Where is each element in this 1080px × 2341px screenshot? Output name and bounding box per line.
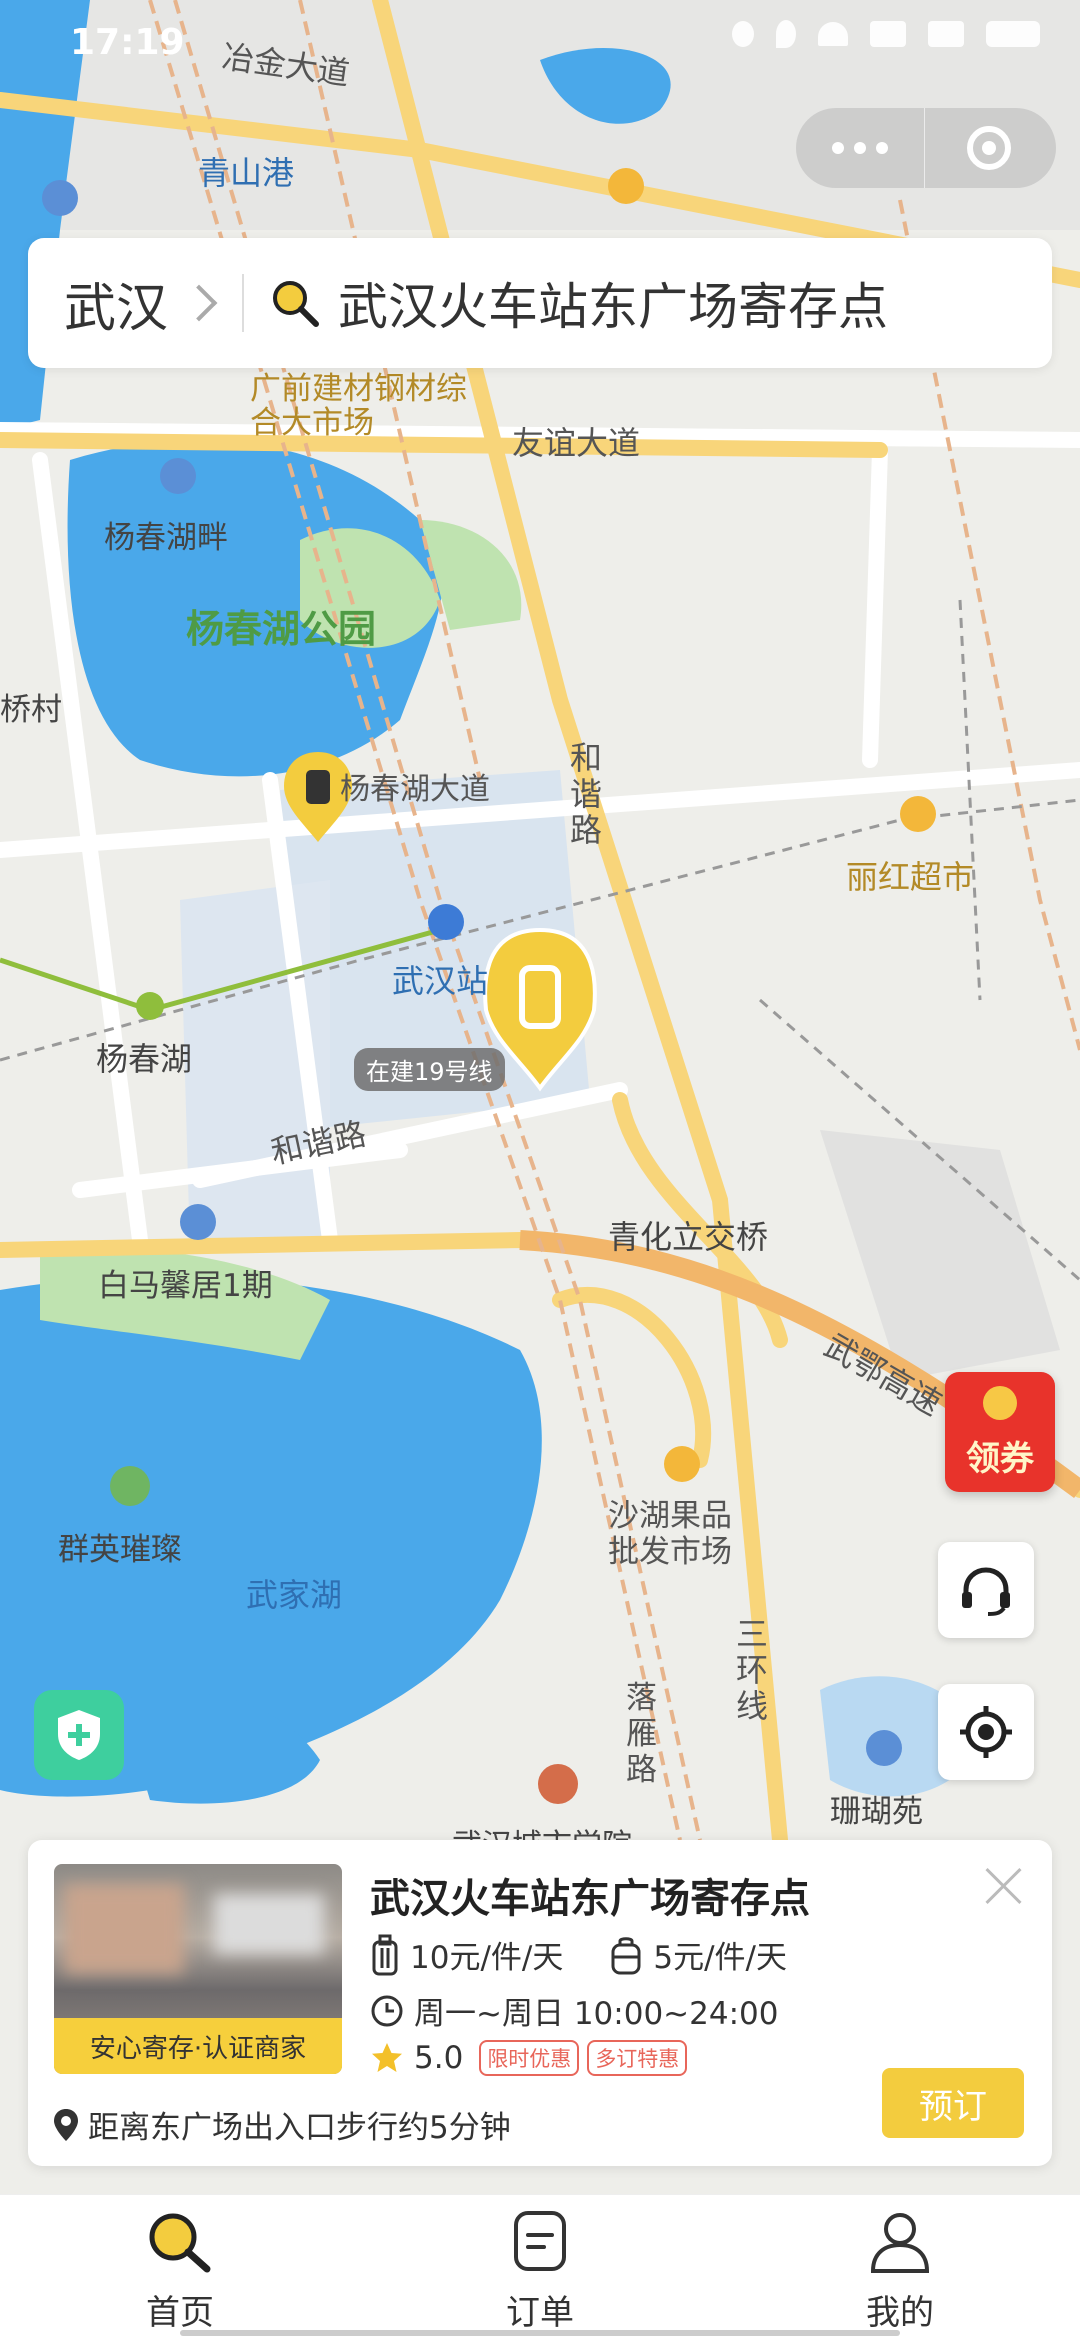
search-input[interactable]: 武汉火车站东广场寄存点 xyxy=(338,267,888,339)
coupon-button[interactable]: 领券 xyxy=(945,1372,1055,1492)
location-icon xyxy=(776,20,796,48)
hours-row: 周一~周日 10:00~24:00 xyxy=(370,1988,778,2033)
miniprogram-capsule xyxy=(796,108,1056,188)
target-icon xyxy=(967,126,1011,170)
wifi-icon xyxy=(818,22,848,46)
rating-value: 5.0 xyxy=(414,2040,464,2076)
locate-button[interactable] xyxy=(938,1684,1034,1780)
promo-tag: 多订特惠 xyxy=(587,2040,688,2076)
star-icon xyxy=(372,2043,402,2072)
business-hours: 周一~周日 10:00~24:00 xyxy=(414,1996,779,2032)
promo-tag: 限时优惠 xyxy=(479,2040,580,2076)
tab-label: 我的 xyxy=(866,2293,934,2333)
coin-icon xyxy=(983,1386,1017,1420)
luggage-icon xyxy=(372,1934,398,1975)
status-icons xyxy=(732,20,1040,48)
price-large-luggage: 10元/件/天 xyxy=(410,1940,564,1976)
more-button[interactable] xyxy=(796,108,925,188)
safety-button[interactable] xyxy=(34,1690,124,1780)
close-miniprogram-button[interactable] xyxy=(925,108,1053,188)
price-small-bag: 5元/件/天 xyxy=(653,1940,787,1976)
status-bar: 17:19 xyxy=(0,0,1080,90)
signal-icon xyxy=(870,21,906,47)
search-bar: 武汉 武汉火车站东广场寄存点 xyxy=(28,238,1052,368)
signal-icon xyxy=(928,21,964,47)
distance-text: 距离东广场出入口步行约5分钟 xyxy=(88,2110,511,2146)
locate-icon xyxy=(960,1706,1012,1758)
tab-profile[interactable]: 我的 xyxy=(720,2195,1080,2341)
rating-row: 5.0 限时优惠 多订特惠 xyxy=(370,2040,688,2076)
price-row: 10元/件/天 5元/件/天 xyxy=(370,1932,787,1977)
clock-icon xyxy=(371,1995,403,2026)
tab-home[interactable]: 首页 xyxy=(0,2195,360,2341)
user-icon xyxy=(870,2213,930,2273)
close-icon[interactable] xyxy=(982,1864,1026,1908)
shield-icon xyxy=(58,1710,100,1760)
divider xyxy=(242,274,245,332)
city-selector[interactable]: 武汉 xyxy=(64,266,168,341)
location-pin-icon xyxy=(54,2108,78,2141)
search-icon xyxy=(149,2213,211,2273)
bag-icon xyxy=(611,1936,641,1974)
tab-label: 订单 xyxy=(506,2293,574,2333)
status-time: 17:19 xyxy=(70,22,185,63)
home-indicator xyxy=(180,2330,900,2336)
store-photo: 安心寄存·认证商家 xyxy=(54,1864,342,2074)
customer-service-button[interactable] xyxy=(938,1542,1034,1638)
store-card[interactable]: 安心寄存·认证商家 武汉火车站东广场寄存点 10元/件/天 5元/件/天 周一~… xyxy=(28,1840,1052,2166)
order-icon xyxy=(514,2211,566,2271)
tab-orders[interactable]: 订单 xyxy=(360,2195,720,2341)
store-title: 武汉火车站东广场寄存点 xyxy=(370,1876,810,1922)
bottom-tab-bar: 首页 订单 我的 xyxy=(0,2194,1080,2341)
distance-row: 距离东广场出入口步行约5分钟 xyxy=(52,2102,511,2147)
search-icon xyxy=(273,281,320,327)
headset-icon xyxy=(962,1567,1010,1616)
alarm-icon xyxy=(732,21,754,47)
coupon-label: 领券 xyxy=(966,1439,1034,1479)
chevron-right-icon[interactable] xyxy=(180,284,218,322)
battery-icon xyxy=(986,21,1040,47)
book-button[interactable]: 预订 xyxy=(882,2068,1024,2138)
certified-badge: 安心寄存·认证商家 xyxy=(54,2018,342,2074)
tab-label: 首页 xyxy=(146,2293,214,2333)
